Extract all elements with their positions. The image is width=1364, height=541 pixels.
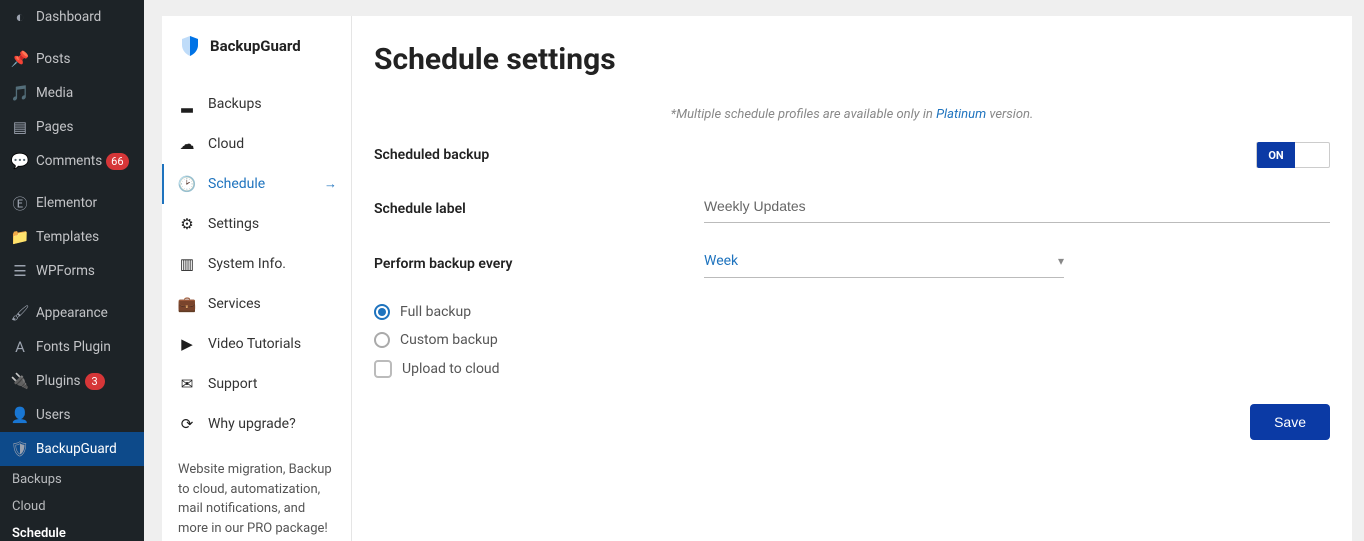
upgrade-blurb: Website migration, Backup to cloud, auto… (162, 444, 351, 538)
play-icon: ▶ (176, 334, 198, 354)
radio-checked-icon (374, 304, 390, 320)
pin-settings[interactable]: ⚙Settings (162, 204, 351, 244)
brand-shield-icon (178, 34, 202, 58)
sidebar-item-templates[interactable]: 📁Templates (0, 220, 144, 254)
arrow-right-icon: → (324, 176, 337, 192)
folder-icon: 📁 (10, 227, 30, 247)
schedule-label-label: Schedule label (374, 201, 704, 217)
chevron-down-icon: ▾ (1058, 254, 1064, 268)
schedule-label-input[interactable] (704, 194, 1330, 223)
perform-every-value: Week (704, 253, 738, 269)
sidebar-item-posts[interactable]: 📌Posts (0, 42, 144, 76)
page-title: Schedule settings (374, 42, 1330, 77)
font-icon: A (10, 337, 30, 357)
page-icon: ▤ (10, 117, 30, 137)
platinum-link[interactable]: Platinum (936, 107, 986, 122)
pin-icon: 📌 (10, 49, 30, 69)
main-content: Schedule settings *Multiple schedule pro… (352, 16, 1352, 541)
sidebar-item-dashboard[interactable]: ◐Dashboard (0, 0, 144, 34)
radio-unchecked-icon (374, 332, 390, 348)
perform-every-select[interactable]: Week ▾ (704, 249, 1064, 278)
cloud-icon: ☁ (176, 134, 198, 154)
premium-hint: *Multiple schedule profiles are availabl… (374, 107, 1330, 122)
media-icon: 🎵 (10, 83, 30, 103)
panel: BackupGuard ▂Backups ☁Cloud 🕑Schedule → … (162, 16, 1352, 541)
pin-support[interactable]: ✉Support (162, 364, 351, 404)
elementor-icon: Ⓔ (10, 193, 30, 213)
pin-system-info[interactable]: ▥System Info. (162, 244, 351, 284)
plugin-icon: 🔌 (10, 371, 30, 391)
radio-full-backup[interactable]: Full backup (374, 298, 1330, 326)
sidebar-item-wpforms[interactable]: ☰WPForms (0, 254, 144, 288)
plugin-brand: BackupGuard (162, 16, 351, 84)
pin-why-upgrade[interactable]: ⟳Why upgrade? (162, 404, 351, 444)
submenu-cloud[interactable]: Cloud (0, 493, 144, 520)
sidebar-item-fonts-plugin[interactable]: AFonts Plugin (0, 330, 144, 364)
wp-admin-sidebar: ◐Dashboard 📌Posts 🎵Media ▤Pages 💬Comment… (0, 0, 144, 541)
brush-icon: 🖌 (10, 303, 30, 323)
form-icon: ☰ (10, 261, 30, 281)
sidebar-item-users[interactable]: 👤Users (0, 398, 144, 432)
briefcase-icon: 💼 (176, 294, 198, 314)
radio-custom-backup[interactable]: Custom backup (374, 326, 1330, 354)
sidebar-item-elementor[interactable]: ⒺElementor (0, 186, 144, 220)
pin-services[interactable]: 💼Services (162, 284, 351, 324)
sidebar-item-media[interactable]: 🎵Media (0, 76, 144, 110)
user-icon: 👤 (10, 405, 30, 425)
pin-backups[interactable]: ▂Backups (162, 84, 351, 124)
shield-icon: 🛡 (10, 439, 30, 459)
plugins-badge: 3 (85, 373, 105, 390)
gear-icon: ⚙ (176, 214, 198, 234)
scheduled-backup-toggle[interactable]: ON (1256, 142, 1330, 168)
content-area: BackupGuard ▂Backups ☁Cloud 🕑Schedule → … (144, 0, 1364, 541)
mail-icon: ✉ (176, 374, 198, 394)
sidebar-item-appearance[interactable]: 🖌Appearance (0, 296, 144, 330)
bars-icon: ▥ (176, 254, 198, 274)
sidebar-item-comments[interactable]: 💬Comments66 (0, 144, 144, 178)
submenu-schedule[interactable]: Schedule (0, 520, 144, 541)
dashboard-icon: ◐ (10, 7, 30, 27)
pin-schedule[interactable]: 🕑Schedule → (162, 164, 351, 204)
save-button[interactable]: Save (1250, 404, 1330, 440)
checkbox-unchecked-icon (374, 360, 392, 378)
plugin-sidebar: BackupGuard ▂Backups ☁Cloud 🕑Schedule → … (162, 16, 352, 541)
comment-icon: 💬 (10, 151, 30, 171)
clock-icon: 🕑 (176, 174, 198, 194)
pin-video-tutorials[interactable]: ▶Video Tutorials (162, 324, 351, 364)
perform-every-label: Perform backup every (374, 256, 704, 272)
toggle-on-label: ON (1257, 142, 1295, 168)
scheduled-backup-label: Scheduled backup (374, 147, 704, 163)
pin-cloud[interactable]: ☁Cloud (162, 124, 351, 164)
sidebar-item-pages[interactable]: ▤Pages (0, 110, 144, 144)
sidebar-item-plugins[interactable]: 🔌Plugins3 (0, 364, 144, 398)
refresh-icon: ⟳ (176, 414, 198, 434)
submenu-backups[interactable]: Backups (0, 466, 144, 493)
comments-badge: 66 (106, 153, 128, 170)
checkbox-upload-to-cloud[interactable]: Upload to cloud (374, 354, 1330, 384)
sidebar-item-backupguard[interactable]: 🛡BackupGuard (0, 432, 144, 466)
drive-icon: ▂ (176, 94, 198, 114)
